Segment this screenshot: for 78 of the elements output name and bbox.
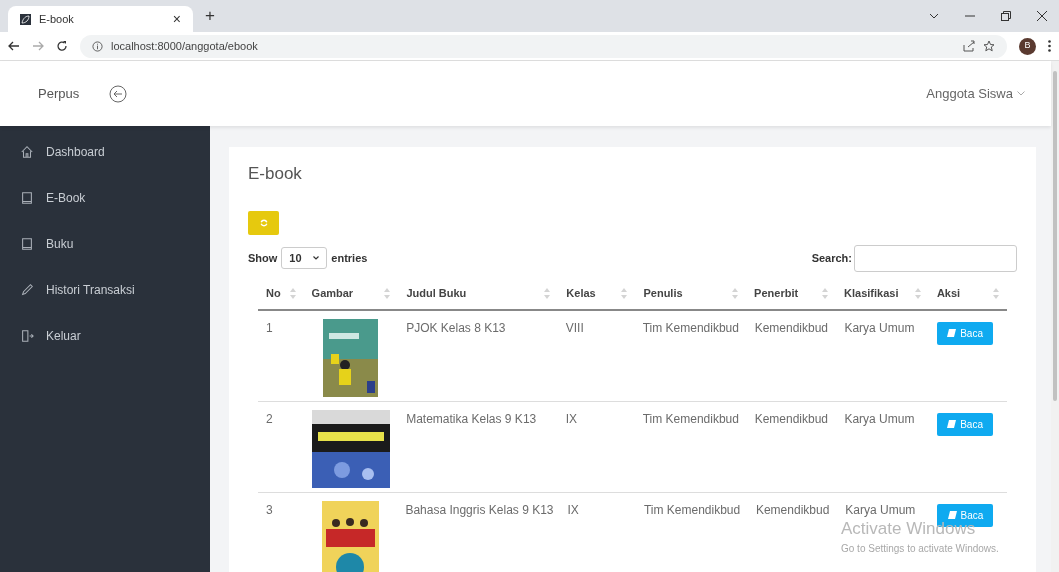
back-circle-icon[interactable]: [109, 84, 128, 103]
search-label: Search:: [811, 250, 852, 266]
sidebar-item[interactable]: Histori Transaksi: [20, 278, 210, 302]
leaf-icon: [20, 13, 31, 25]
close-icon[interactable]: [1037, 11, 1047, 21]
table-cell-text: 2: [265, 410, 274, 428]
pencil-icon: [20, 283, 34, 297]
table-cell-text: Matematika Kelas 9 K13: [405, 410, 538, 428]
column-header[interactable]: Klasifikasi: [836, 284, 929, 302]
column-header[interactable]: Aksi: [928, 284, 1007, 302]
info-icon: [92, 40, 103, 52]
logout-icon: [20, 329, 34, 343]
table-cell-text: IX: [566, 501, 580, 519]
table-cell-text: Kemendikbud: [753, 410, 830, 428]
sidebar-item[interactable]: E-Book: [20, 186, 210, 210]
sort-icon: [732, 287, 739, 299]
column-header[interactable]: No: [258, 284, 304, 302]
profile-avatar[interactable]: B: [1019, 37, 1036, 55]
refresh-icon: [259, 218, 268, 227]
home-icon: [20, 145, 34, 159]
chevron-down-icon: [1017, 91, 1025, 96]
sort-icon: [289, 287, 296, 299]
column-header[interactable]: Kelas: [558, 284, 636, 302]
chevron-down-icon[interactable]: [929, 13, 939, 19]
entries-select[interactable]: 10: [281, 247, 328, 269]
url-text: localhost:8000/anggota/ebook: [111, 38, 259, 54]
activation-subtitle: Go to Settings to activate Windows.: [841, 542, 999, 556]
star-icon[interactable]: [983, 40, 995, 52]
menu-icon[interactable]: [1048, 40, 1051, 52]
sidebar-item[interactable]: Buku: [20, 232, 210, 256]
new-tab-button[interactable]: +: [205, 2, 215, 28]
sidebar-item[interactable]: Keluar: [20, 324, 210, 348]
table-cell-text: Kemendikbud: [754, 501, 831, 519]
table-cell-text: Karya Umum: [843, 319, 916, 337]
user-menu[interactable]: Anggota Siswa: [926, 83, 1025, 104]
table-cell-text: Tim Kemendikbud: [642, 501, 742, 519]
sidebar-item[interactable]: Dashboard: [20, 140, 210, 164]
book-icon: [20, 191, 34, 205]
tab-title: E-book: [39, 11, 75, 27]
chevron-down-icon: [313, 256, 320, 260]
book-icon: [947, 329, 957, 337]
table-cell-text: Karya Umum: [843, 410, 916, 428]
column-header[interactable]: Judul Buku: [398, 284, 559, 302]
close-tab-button[interactable]: ×: [172, 8, 181, 30]
address-bar[interactable]: localhost:8000/anggota/ebook: [80, 34, 1007, 58]
sort-icon: [384, 287, 391, 299]
table-cell-text: Tim Kemendikbud: [641, 319, 740, 337]
scrollbar[interactable]: [1051, 61, 1059, 572]
entries-label: entries: [331, 250, 368, 266]
book-icon: [20, 237, 34, 251]
sort-icon: [993, 287, 999, 299]
table-cell-text: Tim Kemendikbud: [641, 410, 740, 428]
show-label: Show: [248, 250, 278, 266]
sort-icon: [621, 287, 628, 299]
table-cell-text: 1: [265, 319, 274, 337]
reload-icon[interactable]: [56, 40, 68, 52]
table-cell-text: VIII: [564, 319, 585, 337]
table-cell-text: 3: [265, 501, 274, 519]
column-header[interactable]: Gambar: [303, 284, 399, 302]
book-icon: [947, 420, 957, 428]
table-cell-text: Kemendikbud: [753, 319, 830, 337]
table-cell-text: IX: [564, 410, 579, 428]
restore-icon[interactable]: [1001, 11, 1011, 21]
page-title: E-book: [248, 163, 303, 185]
sort-icon: [914, 287, 921, 299]
column-header[interactable]: Penulis: [635, 284, 747, 302]
browser-tab[interactable]: E-book ×: [8, 6, 193, 32]
sort-icon: [822, 287, 828, 299]
table-cell-text: Bahasa Inggris Kelas 9 K13: [404, 501, 555, 519]
book-icon: [947, 511, 957, 519]
search-field[interactable]: [854, 244, 1017, 272]
table-cell-text: PJOK Kelas 8 K13: [405, 319, 507, 337]
sort-icon: [544, 287, 551, 299]
table-cell-text: Karya Umum: [844, 501, 917, 519]
share-icon[interactable]: [963, 40, 975, 52]
column-header[interactable]: Penerbit: [746, 284, 836, 302]
brand-name: Perpus: [38, 84, 80, 103]
back-icon[interactable]: [8, 40, 20, 52]
